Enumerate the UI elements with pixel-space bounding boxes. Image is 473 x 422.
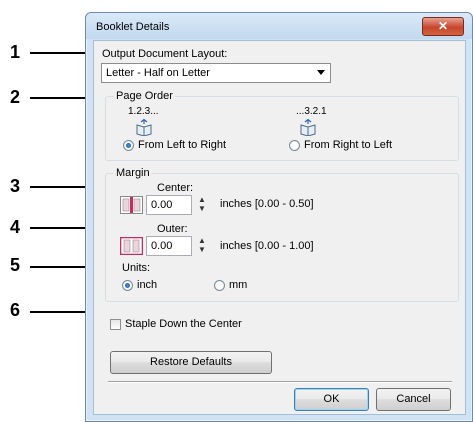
output-layout-select[interactable]: Letter - Half on Letter [101, 63, 331, 83]
output-layout-label: Output Document Layout: [102, 48, 228, 60]
center-margin-value: 0.00 [151, 199, 173, 211]
page-order-group: Page Order 1.2.3... From Left to Right .… [105, 90, 459, 161]
ok-button[interactable]: OK [294, 388, 369, 411]
units-label: Units: [122, 262, 151, 274]
staple-label[interactable]: Staple Down the Center [125, 318, 242, 330]
center-range-label: inches [0.00 - 0.50] [220, 198, 314, 210]
booklet-details-dialog: Booklet Details ✕ Output Document Layout… [85, 12, 473, 422]
center-margin-input[interactable]: 0.00 [146, 195, 192, 215]
center-margin-icon [120, 196, 143, 214]
outer-margin-icon [120, 237, 143, 255]
title-bar[interactable]: Booklet Details ✕ [86, 13, 472, 39]
callout-1: 1 [10, 42, 21, 62]
book-rtl-icon [300, 119, 316, 136]
cancel-button[interactable]: Cancel [376, 388, 451, 411]
close-button[interactable]: ✕ [422, 17, 464, 36]
center-label: Center: [157, 182, 194, 194]
dialog-body: Output Document Layout: Letter - Half on… [93, 40, 466, 415]
ltr-label[interactable]: From Left to Right [138, 139, 226, 151]
callout-6: 6 [10, 300, 21, 320]
rtl-sequence-label: ...3.2.1 [296, 106, 327, 117]
chevron-down-icon [317, 70, 325, 75]
unit-inch-radio[interactable] [122, 280, 133, 291]
unit-inch-label[interactable]: inch [137, 279, 157, 291]
outer-margin-input[interactable]: 0.00 [146, 236, 192, 256]
unit-mm-radio[interactable] [214, 280, 225, 291]
margin-title: Margin [114, 167, 152, 179]
page-order-title: Page Order [114, 90, 175, 102]
output-layout-value: Letter - Half on Letter [106, 67, 210, 79]
outer-label: Outer: [157, 223, 188, 235]
outer-margin-spinner[interactable]: ▲ ▼ [197, 236, 207, 256]
dialog-title: Booklet Details [96, 21, 170, 33]
outer-range-label: inches [0.00 - 1.00] [220, 240, 314, 252]
rtl-label[interactable]: From Right to Left [304, 139, 392, 151]
callout-5: 5 [10, 255, 21, 275]
callout-2: 2 [10, 87, 21, 107]
outer-margin-value: 0.00 [151, 240, 173, 252]
restore-defaults-button[interactable]: Restore Defaults [110, 351, 272, 374]
callout-4: 4 [10, 217, 21, 237]
ltr-sequence-label: 1.2.3... [128, 106, 159, 117]
footer-separator [108, 381, 452, 383]
callout-3: 3 [10, 176, 21, 196]
unit-mm-label[interactable]: mm [229, 279, 247, 291]
margin-group: Margin Center: 0.00 ▲ ▼ inches [0.00 - 0.… [105, 167, 459, 302]
staple-checkbox[interactable] [110, 319, 121, 330]
center-margin-spinner[interactable]: ▲ ▼ [197, 195, 207, 215]
book-ltr-icon [136, 119, 152, 136]
rtl-radio[interactable] [289, 140, 300, 151]
ltr-radio[interactable] [123, 140, 134, 151]
close-icon: ✕ [437, 19, 449, 33]
